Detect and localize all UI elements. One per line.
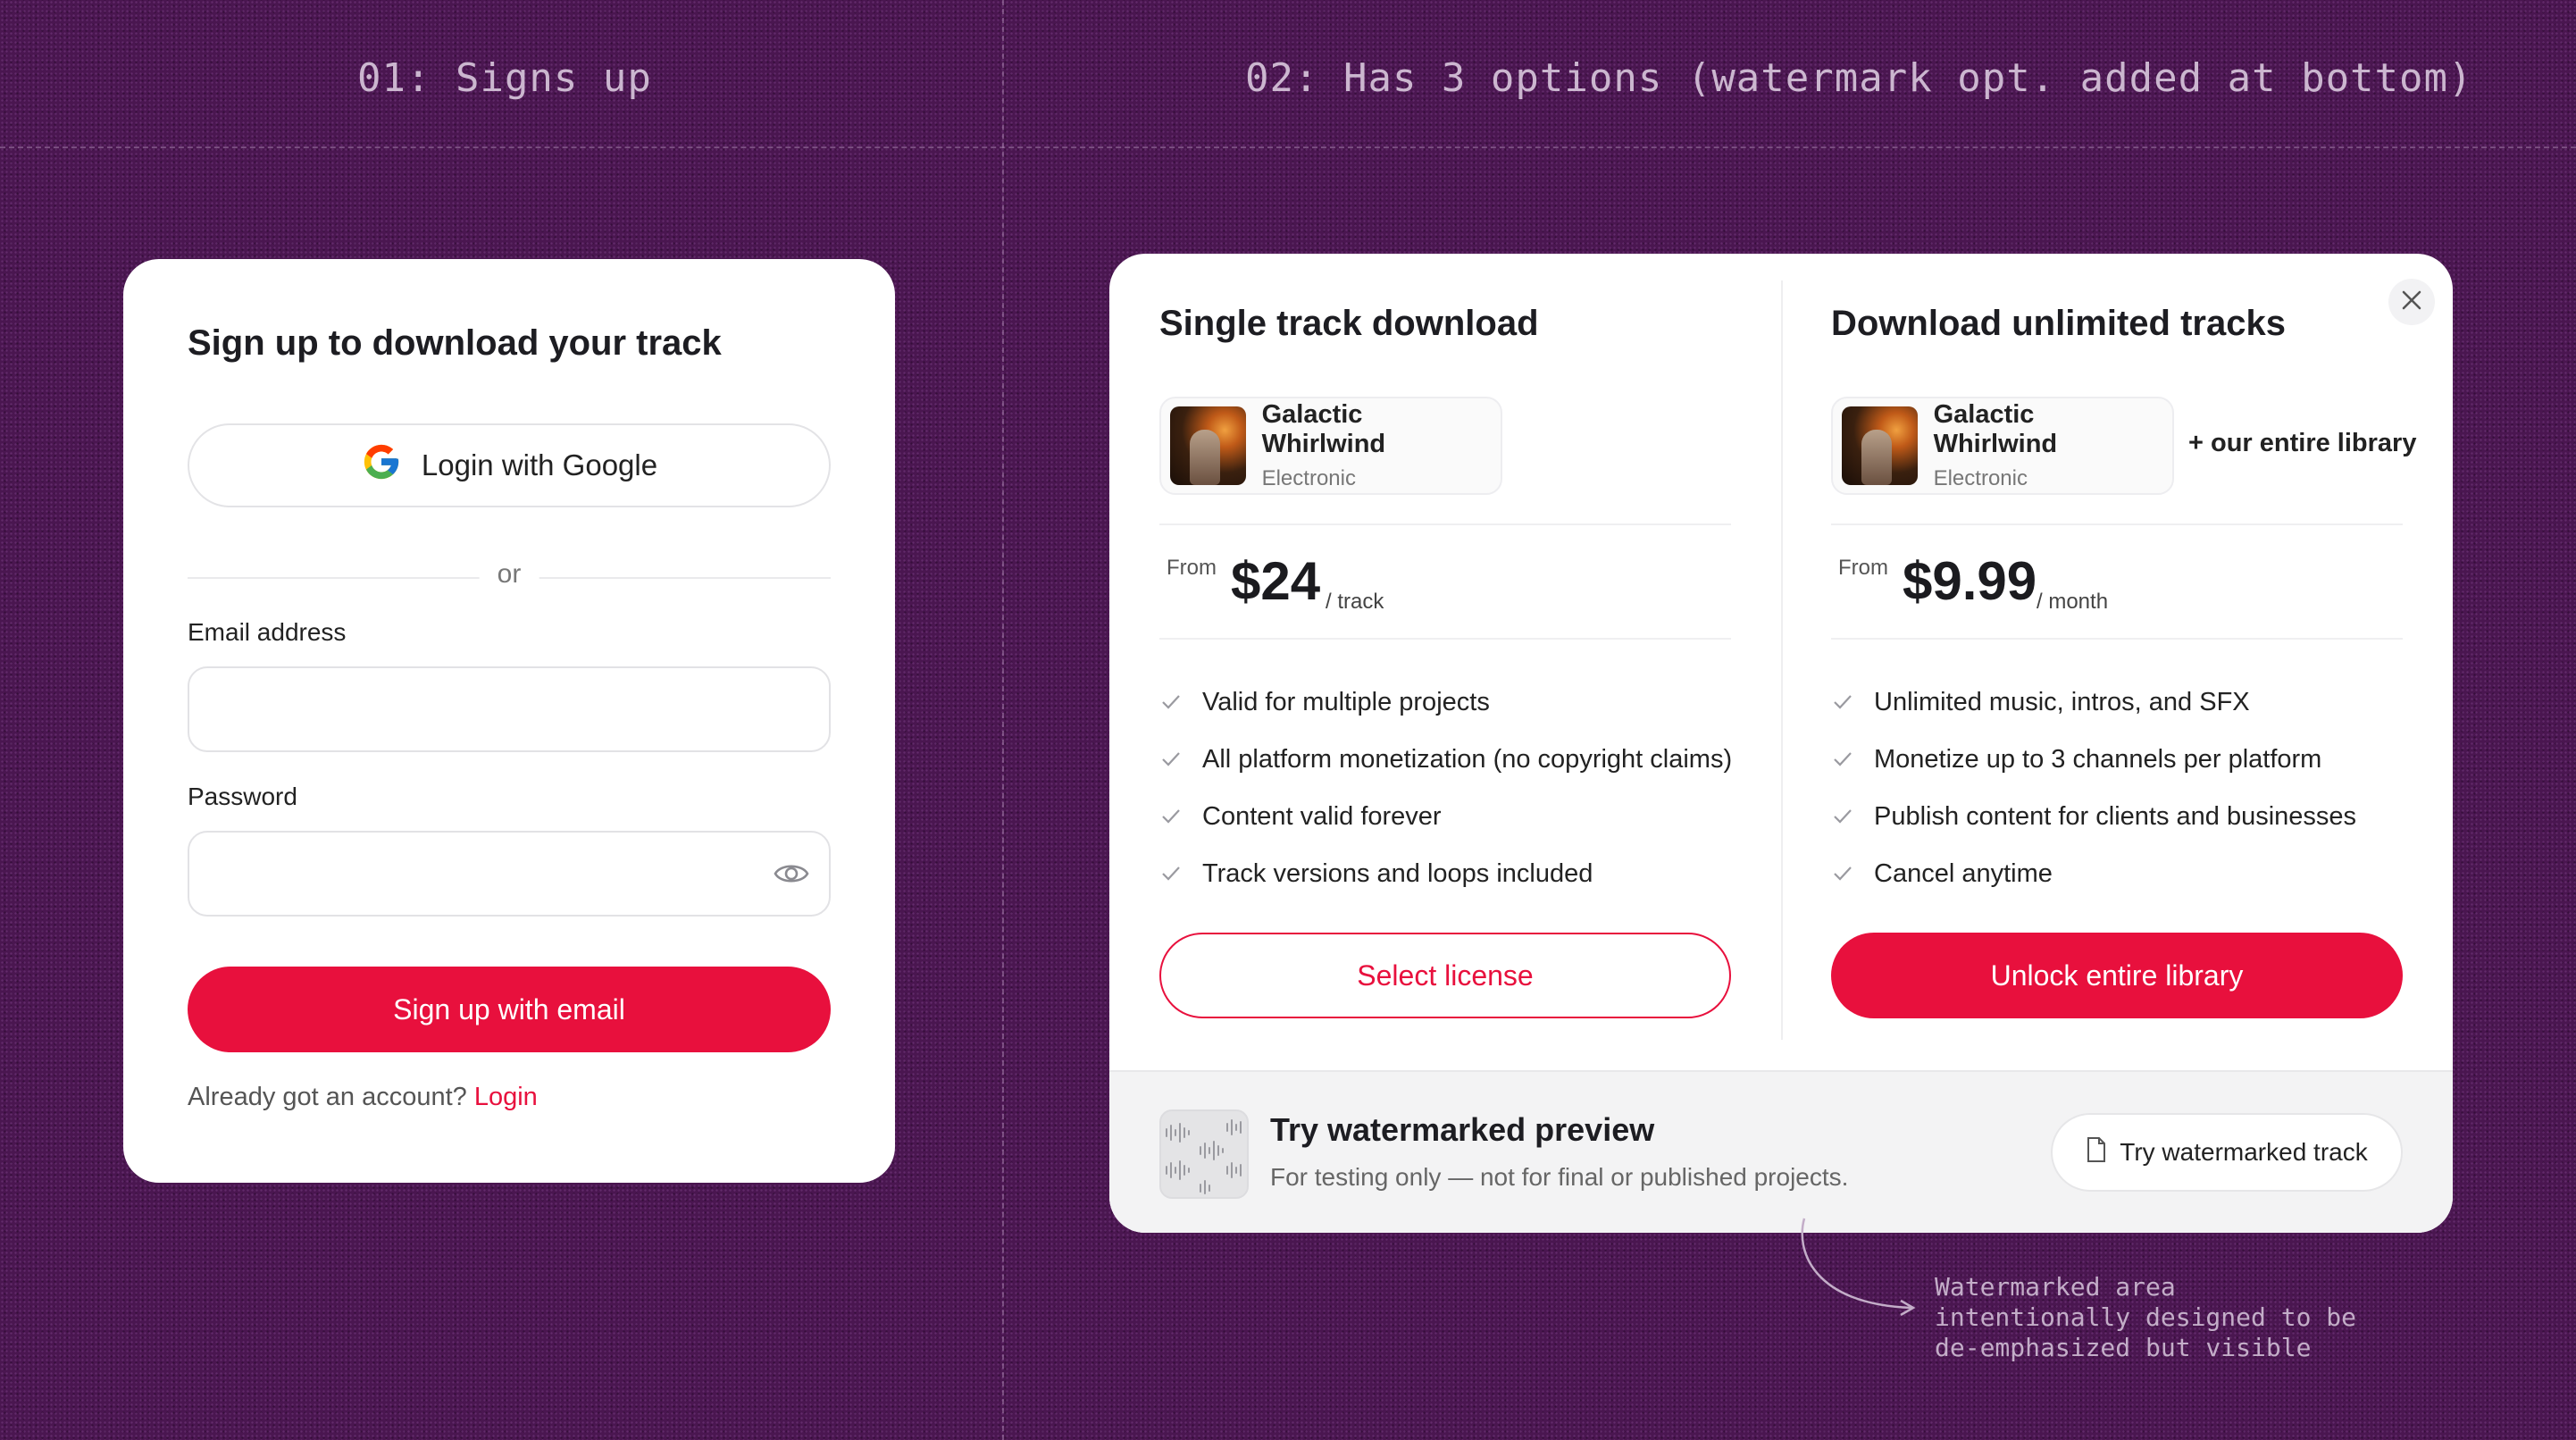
watermark-subtitle: For testing only — not for final or publ…	[1270, 1163, 1849, 1191]
arrow-icon	[1801, 1218, 1916, 1317]
check-icon	[1834, 695, 1852, 709]
step-2-title: 02: Has 3 options (watermark opt. added …	[1245, 55, 2473, 101]
track-card: Galactic Whirlwind Electronic	[1159, 397, 1502, 495]
feature-text: Valid for multiple projects	[1202, 687, 1490, 716]
close-icon	[2400, 289, 2423, 316]
feature-text: Content valid forever	[1202, 801, 1442, 831]
annotation-line: de-emphasized but visible	[1935, 1333, 2312, 1362]
try-watermarked-label: Try watermarked track	[2120, 1138, 2368, 1166]
feature-item: Track versions and loops included	[1159, 845, 1732, 902]
document-icon	[2086, 1136, 2107, 1169]
feature-item: Content valid forever	[1159, 788, 1732, 845]
check-icon	[1162, 752, 1180, 766]
check-icon	[1834, 867, 1852, 881]
feature-text: All platform monetization (no copyright …	[1202, 744, 1733, 774]
try-watermarked-track-button[interactable]: Try watermarked track	[2051, 1113, 2403, 1192]
google-icon	[361, 441, 402, 490]
track-cover-image	[1842, 406, 1918, 485]
feature-text: Track versions and loops included	[1202, 858, 1593, 888]
track-genre: Electronic	[1261, 466, 1356, 490]
pricing-card: Single track download Galactic Whirlwind…	[1109, 254, 2453, 1233]
check-icon	[1162, 809, 1180, 824]
google-button-label: Login with Google	[421, 448, 658, 481]
step-1-title: 01: Signs up	[357, 55, 652, 101]
divider	[1831, 638, 2403, 640]
divider	[1159, 523, 1731, 525]
track-name: Galactic Whirlwind	[1933, 400, 2058, 458]
feature-item: All platform monetization (no copyright …	[1159, 731, 1732, 788]
price-period: / month	[2037, 590, 2109, 614]
feature-item: Valid for multiple projects	[1159, 674, 1732, 731]
single-features-list: Valid for multiple projects All platform…	[1159, 674, 1732, 902]
annotation-line: Watermarked area	[1935, 1272, 2176, 1302]
watermark-title: Try watermarked preview	[1270, 1111, 1655, 1148]
price-period: / track	[1326, 590, 1384, 614]
email-field[interactable]	[188, 666, 831, 752]
or-text: or	[479, 559, 539, 590]
feature-item: Unlimited music, intros, and SFX	[1831, 674, 2356, 731]
from-label: From	[1838, 556, 1888, 580]
unlimited-title: Download unlimited tracks	[1831, 304, 2286, 343]
feature-item: Cancel anytime	[1831, 845, 2356, 902]
watermark-section: Try watermarked preview For testing only…	[1109, 1070, 2453, 1233]
select-license-button[interactable]: Select license	[1159, 933, 1731, 1018]
feature-text: Cancel anytime	[1874, 858, 2053, 888]
signup-card: Sign up to download your track Login wit…	[123, 259, 895, 1183]
check-icon	[1162, 695, 1180, 709]
track-name: Galactic Whirlwind	[1261, 400, 1386, 458]
sign-up-with-email-button[interactable]: Sign up with email	[188, 967, 831, 1052]
annotation-note: Watermarked area intentionally designed …	[1935, 1272, 2356, 1363]
or-divider: or	[188, 559, 831, 595]
feature-item: Monetize up to 3 channels per platform	[1831, 731, 2356, 788]
price-value: $9.99	[1903, 551, 2037, 611]
section-divider	[1002, 0, 1004, 1440]
annotation-line: intentionally designed to be	[1935, 1302, 2357, 1332]
track-card: Galactic Whirlwind Electronic	[1831, 397, 2174, 495]
unlimited-column: Download unlimited tracks Galactic Whirl…	[1831, 254, 2416, 1058]
feature-text: Publish content for clients and business…	[1874, 801, 2357, 831]
email-label: Email address	[188, 618, 347, 646]
password-field[interactable]	[188, 831, 831, 917]
track-genre: Electronic	[1933, 466, 2028, 490]
price-value: $24	[1231, 551, 1321, 611]
entire-library-label: + our entire library	[2188, 429, 2417, 457]
from-label: From	[1167, 556, 1217, 580]
feature-text: Monetize up to 3 channels per platform	[1874, 744, 2322, 774]
check-icon	[1834, 752, 1852, 766]
login-link[interactable]: Login	[474, 1083, 538, 1111]
password-label: Password	[188, 783, 297, 810]
check-icon	[1162, 867, 1180, 881]
check-icon	[1834, 809, 1852, 824]
header-divider	[0, 147, 2576, 148]
divider	[1831, 523, 2403, 525]
single-track-title: Single track download	[1159, 304, 1539, 343]
login-with-google-button[interactable]: Login with Google	[188, 423, 831, 507]
unlimited-features-list: Unlimited music, intros, and SFX Monetiz…	[1831, 674, 2356, 902]
eye-icon[interactable]	[774, 858, 809, 894]
unlock-entire-library-button[interactable]: Unlock entire library	[1831, 933, 2403, 1018]
already-account-label: Already got an account?	[188, 1083, 467, 1111]
divider	[1159, 638, 1731, 640]
signup-title: Sign up to download your track	[188, 323, 722, 363]
feature-item: Publish content for clients and business…	[1831, 788, 2356, 845]
feature-text: Unlimited music, intros, and SFX	[1874, 687, 2250, 716]
already-account-text: Already got an account? Login	[188, 1083, 538, 1112]
column-separator	[1781, 280, 1783, 1040]
track-cover-image	[1170, 406, 1246, 485]
waveform-icon	[1159, 1109, 1249, 1199]
single-track-column: Single track download Galactic Whirlwind…	[1159, 254, 1732, 1058]
